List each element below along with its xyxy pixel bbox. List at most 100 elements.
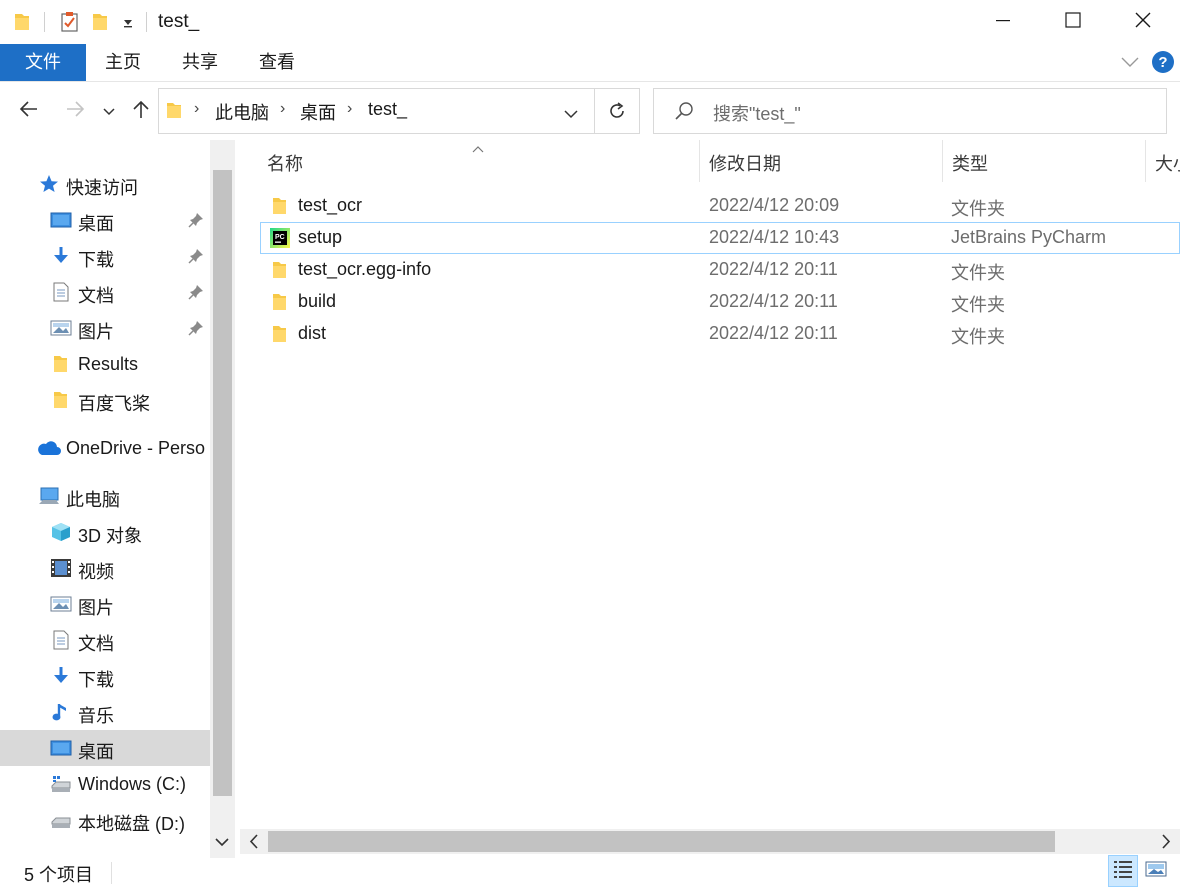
maximize-button[interactable]	[1038, 0, 1108, 44]
sidebar-item-pictures-pc[interactable]: 图片	[0, 586, 210, 622]
close-button[interactable]	[1108, 0, 1178, 44]
minimize-icon	[995, 12, 1011, 33]
sidebar-item-music[interactable]: 音乐	[0, 694, 210, 730]
sidebar-item-results[interactable]: Results	[0, 346, 210, 382]
pictures-icon	[50, 318, 72, 338]
column-header-type[interactable]: 类型	[952, 150, 988, 176]
nav-scroll-down-icon[interactable]	[212, 830, 232, 859]
customize-toolbar-icon[interactable]	[116, 10, 140, 34]
expand-ribbon-icon[interactable]	[1120, 54, 1140, 75]
new-folder-icon[interactable]	[88, 10, 112, 34]
folder-icon	[10, 10, 34, 34]
recent-locations-button[interactable]	[96, 94, 122, 128]
sidebar-item-label: 文档	[78, 286, 114, 306]
file-name: test_ocr.egg-info	[298, 259, 432, 279]
computer-icon	[38, 486, 60, 506]
back-button[interactable]	[14, 94, 44, 128]
sidebar-item-pictures[interactable]: 图片	[0, 310, 210, 346]
nav-scrollbar-thumb[interactable]	[213, 170, 232, 796]
file-name: test_ocr	[298, 195, 363, 215]
list-item[interactable]: test_ocr.egg-info 2022/4/12 20:11 文件夹	[260, 254, 1180, 286]
list-item[interactable]: test_ocr 2022/4/12 20:09 文件夹	[260, 190, 1180, 222]
list-item[interactable]: dist 2022/4/12 20:11 文件夹	[260, 318, 1180, 350]
column-divider[interactable]	[942, 140, 943, 182]
breadcrumb-current[interactable]: test_	[368, 99, 407, 120]
sidebar-item-documents[interactable]: 文档	[0, 274, 210, 310]
file-name: build	[298, 291, 337, 311]
breadcrumb-this-pc[interactable]: 此电脑	[215, 99, 269, 125]
pictures-icon	[50, 594, 72, 614]
pin-icon[interactable]	[188, 320, 204, 336]
sidebar-item-paddle[interactable]: 百度飞桨	[0, 382, 210, 418]
file-date: 2022/4/12 20:09	[709, 195, 840, 215]
large-icons-view-icon	[1145, 860, 1167, 883]
column-header-size[interactable]: 大小	[1155, 150, 1180, 176]
item-count: 5 个项目	[24, 865, 94, 885]
pin-icon[interactable]	[188, 248, 204, 264]
refresh-icon[interactable]	[606, 100, 628, 127]
sort-ascending-icon	[471, 138, 485, 159]
arrow-left-icon	[19, 100, 39, 123]
pin-icon[interactable]	[188, 284, 204, 300]
sidebar-item-label: 下载	[78, 250, 114, 270]
tab-file[interactable]: 文件	[0, 44, 86, 81]
sidebar-item-3d-objects[interactable]: 3D 对象	[0, 514, 210, 550]
folder-icon	[166, 101, 182, 124]
details-view-button[interactable]	[1108, 855, 1138, 887]
file-date: 2022/4/12 20:11	[709, 259, 838, 279]
sidebar-item-label: OneDrive - Perso	[66, 438, 206, 458]
file-type: JetBrains PyCharm	[951, 227, 1107, 247]
file-date: 2022/4/12 10:43	[709, 227, 840, 247]
document-icon	[50, 282, 72, 302]
cloud-icon	[36, 438, 62, 458]
status-bar	[0, 858, 1180, 890]
forward-button[interactable]	[60, 94, 90, 128]
up-button[interactable]	[126, 94, 156, 128]
video-icon	[50, 558, 72, 578]
list-item[interactable]: PC setup 2022/4/12 10:43 JetBrains PyCha…	[260, 222, 1180, 254]
address-divider	[594, 89, 595, 133]
sidebar-item-label: 文档	[78, 634, 114, 654]
sidebar-item-desktop[interactable]: 桌面	[0, 202, 210, 238]
column-divider[interactable]	[699, 140, 700, 182]
pin-icon[interactable]	[188, 212, 204, 228]
breadcrumb-desktop[interactable]: 桌面	[300, 99, 336, 125]
sidebar-item-this-pc[interactable]: 此电脑	[0, 478, 210, 514]
folder-icon	[270, 292, 290, 312]
list-item[interactable]: build 2022/4/12 20:11 文件夹	[260, 286, 1180, 318]
sidebar-item-videos[interactable]: 视频	[0, 550, 210, 586]
column-header-date[interactable]: 修改日期	[709, 150, 781, 176]
horizontal-scrollbar-thumb[interactable]	[268, 831, 1055, 852]
arrow-right-icon	[65, 100, 85, 123]
large-icons-view-button[interactable]	[1142, 858, 1170, 884]
sidebar-item-documents-pc[interactable]: 文档	[0, 622, 210, 658]
search-icon	[674, 101, 694, 126]
file-date: 2022/4/12 20:11	[709, 291, 838, 311]
tab-home[interactable]: 主页	[95, 44, 151, 81]
sidebar-item-drive-c[interactable]: Windows (C:)	[0, 766, 210, 802]
tab-view[interactable]: 查看	[249, 44, 305, 81]
folder-icon	[270, 260, 290, 280]
sidebar-item-label: 本地磁盘 (D:)	[78, 814, 185, 834]
folder-icon	[270, 324, 290, 344]
desktop-icon	[50, 738, 72, 758]
breadcrumb-separator: ›	[194, 100, 200, 117]
properties-icon[interactable]	[58, 10, 82, 34]
file-type: 文件夹	[951, 327, 1005, 347]
column-divider[interactable]	[1145, 140, 1146, 182]
sidebar-item-downloads-pc[interactable]: 下载	[0, 658, 210, 694]
address-dropdown-icon[interactable]	[563, 104, 579, 125]
sidebar-item-drive-d[interactable]: 本地磁盘 (D:)	[0, 802, 210, 838]
scroll-left-icon[interactable]	[244, 831, 264, 857]
sidebar-item-onedrive[interactable]: OneDrive - Perso	[0, 430, 210, 466]
sidebar-item-desktop-pc[interactable]: 桌面	[0, 730, 210, 766]
arrow-up-icon	[132, 99, 150, 124]
scroll-right-icon[interactable]	[1156, 831, 1176, 857]
sidebar-item-label: 图片	[78, 322, 114, 342]
tab-share[interactable]: 共享	[172, 44, 228, 81]
help-icon[interactable]: ?	[1151, 50, 1175, 79]
sidebar-quick-access[interactable]: 快速访问	[0, 166, 210, 202]
column-header-name[interactable]: 名称	[267, 150, 303, 176]
sidebar-item-downloads[interactable]: 下载	[0, 238, 210, 274]
minimize-button[interactable]	[968, 0, 1038, 44]
